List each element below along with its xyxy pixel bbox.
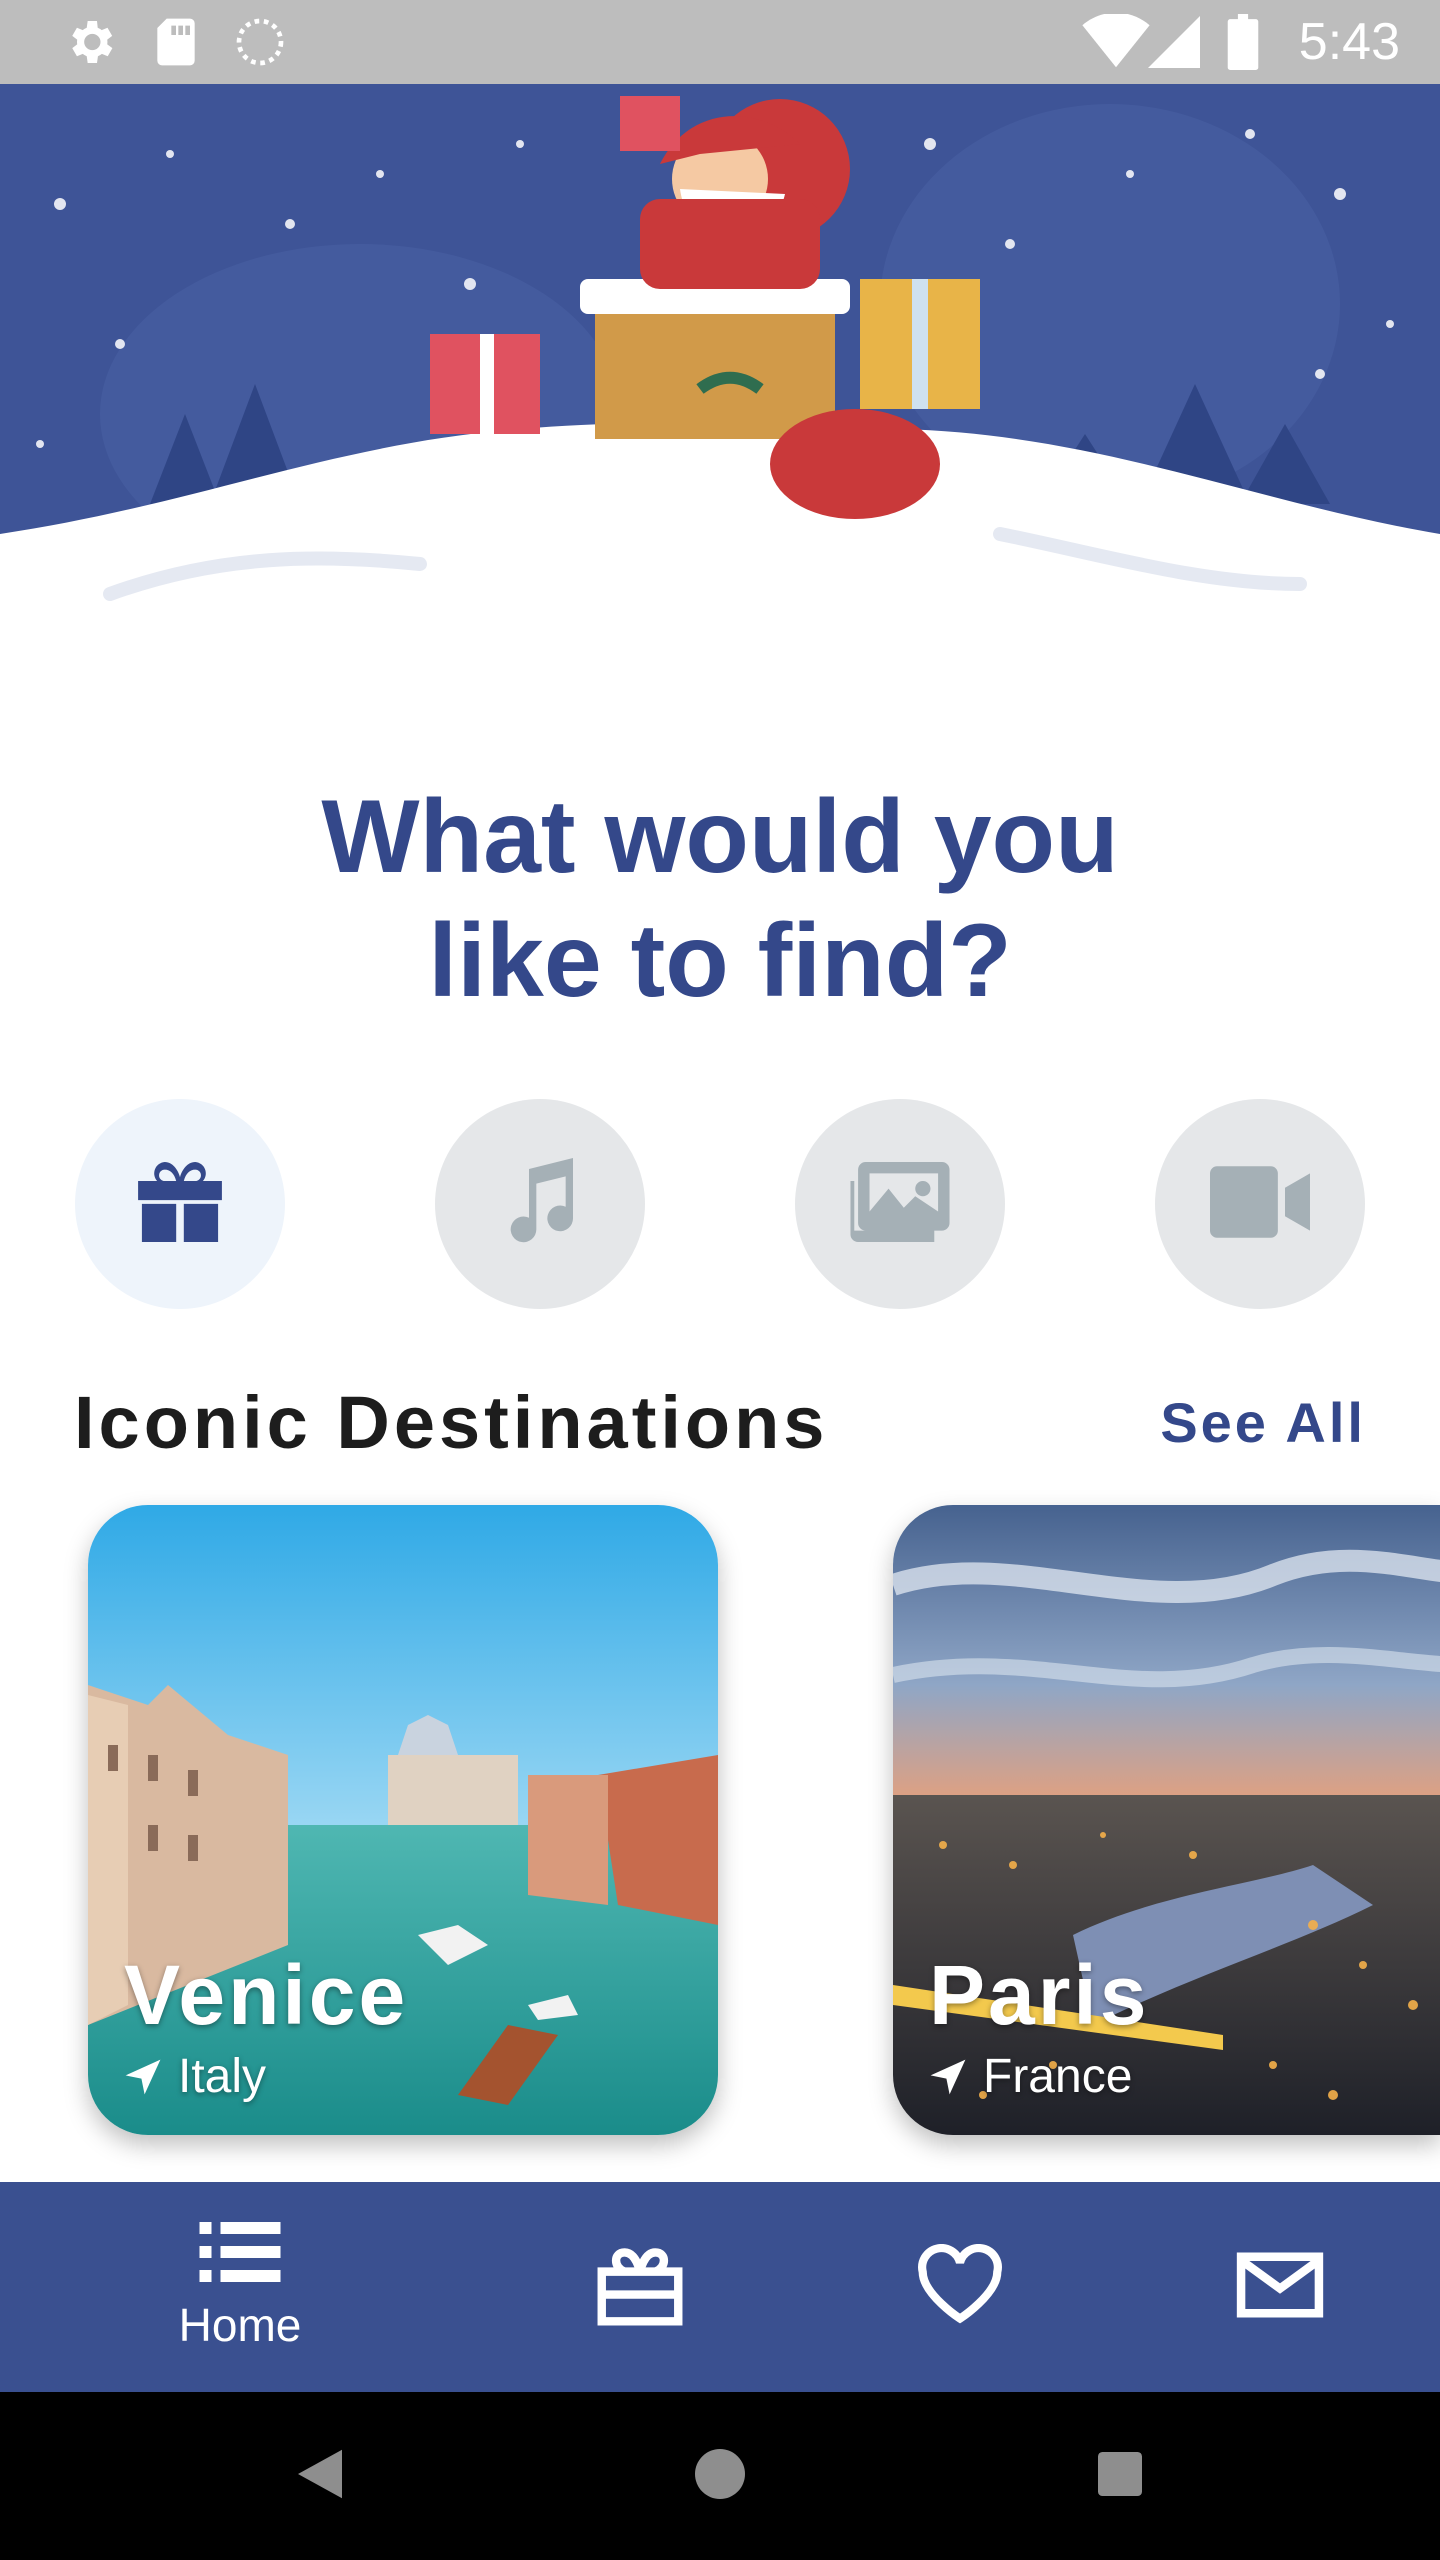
page-heading: What would you like to find? [0,775,1440,1023]
sd-card-icon [152,14,200,75]
status-bar: 5:43 [0,0,1440,84]
destination-card-venice[interactable]: Venice Italy [88,1505,718,2135]
category-music-button[interactable] [435,1099,645,1309]
gear-icon [62,14,118,75]
gift-box-icon [594,2241,686,2334]
section-title: Iconic Destinations [74,1381,829,1464]
destination-country: France [929,2047,1132,2107]
nav-home-label: Home [178,2298,302,2351]
home-circle-icon [695,2448,745,2504]
recents-button[interactable] [1040,2392,1200,2560]
system-navigation-bar [0,2392,1440,2560]
list-icon [199,2221,281,2287]
recents-square-icon [1098,2451,1142,2501]
category-gallery-button[interactable] [795,1099,1005,1309]
gift-icon [134,1161,226,1247]
signal-icon [1148,14,1200,75]
destination-city: Venice [124,1948,409,2042]
nav-favorites[interactable] [780,2182,1140,2392]
bottom-navigation: Home [0,2182,1440,2392]
location-arrow-icon [929,2058,967,2096]
destination-city: Paris [929,1948,1150,2042]
battery-icon [1226,14,1260,75]
destination-country-label: France [983,2050,1133,2103]
location-arrow-icon [124,2058,162,2096]
wifi-icon [1082,12,1150,75]
see-all-link[interactable]: See All [1160,1388,1366,1458]
nav-home[interactable]: Home [60,2182,420,2392]
clock: 5:43 [1298,13,1400,71]
nav-gifts[interactable] [460,2182,820,2392]
category-video-button[interactable] [1155,1099,1365,1309]
heading-line-1: What would you [321,779,1119,895]
mail-icon [1234,2249,1326,2326]
gallery-icon [850,1161,950,1247]
destination-country-label: Italy [178,2050,267,2103]
heart-icon [914,2243,1006,2331]
nav-messages[interactable] [1100,2182,1440,2392]
sync-icon [232,14,288,75]
heading-line-2: like to find? [428,903,1012,1019]
destination-country: Italy [124,2047,266,2107]
video-icon [1210,1165,1310,1243]
back-icon [298,2449,342,2504]
back-button[interactable] [240,2392,400,2560]
destination-card-paris[interactable]: Paris France [893,1505,1440,2135]
category-gifts-button[interactable] [75,1099,285,1309]
music-icon [496,1157,584,1251]
santa-chimney-illustration [0,84,1440,704]
home-button[interactable] [640,2392,800,2560]
